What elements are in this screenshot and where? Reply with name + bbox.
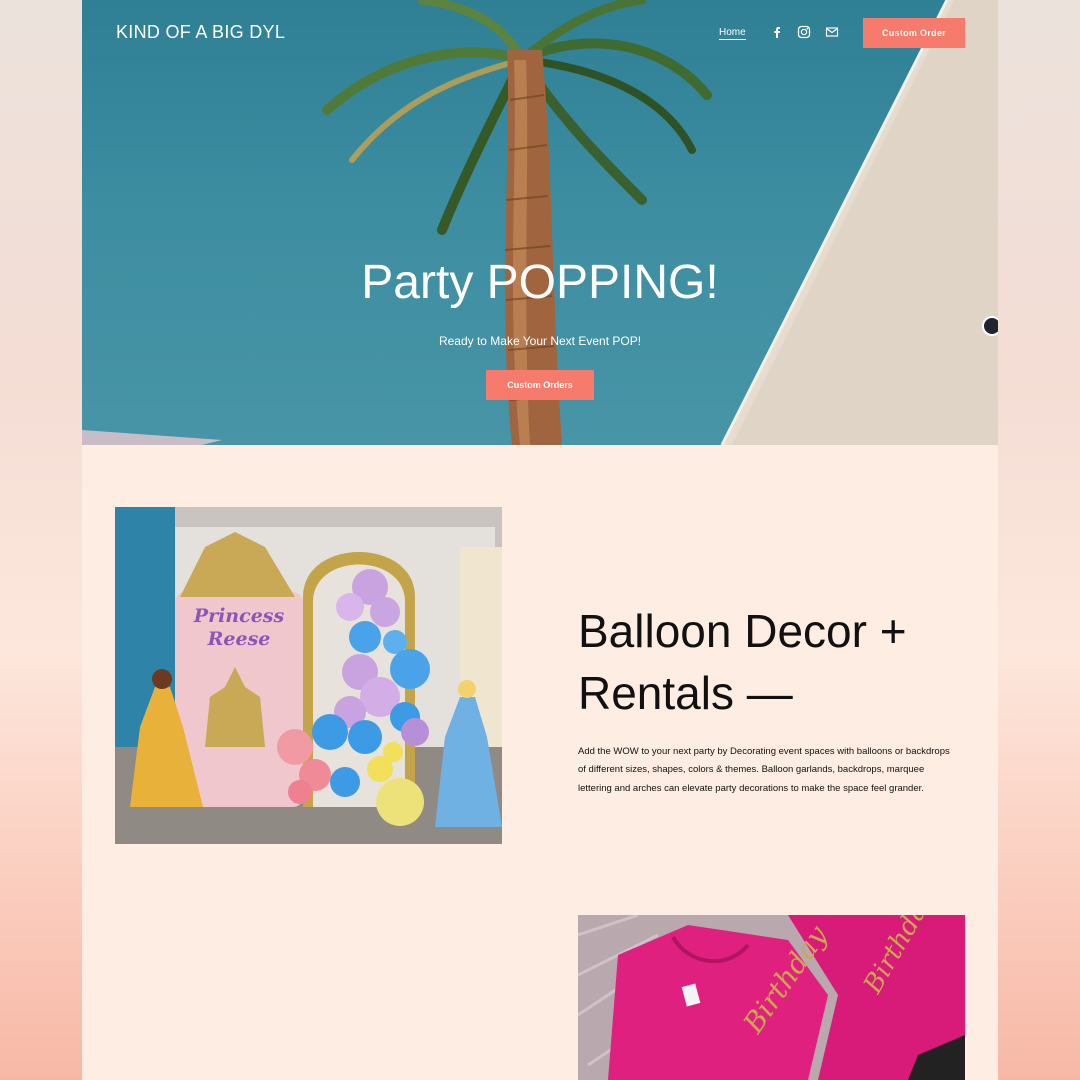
chat-widget-icon[interactable] — [982, 316, 998, 336]
balloon-decor-photo: Princess Reese — [115, 507, 502, 844]
nav-home-link[interactable]: Home — [719, 27, 746, 40]
email-icon[interactable] — [825, 25, 839, 39]
custom-order-button[interactable]: Custom Order — [863, 18, 965, 48]
brand-logo[interactable]: KIND OF A BIG DYL — [116, 22, 285, 43]
facebook-icon[interactable] — [770, 25, 784, 39]
section-heading-line1: Balloon Decor + — [578, 605, 907, 657]
instagram-icon[interactable] — [797, 25, 811, 39]
section-paragraph: Add the WOW to your next party by Decora… — [578, 746, 950, 794]
hero-subtitle: Ready to Make Your Next Event POP! — [438, 334, 642, 348]
svg-text:Princess: Princess — [193, 605, 285, 627]
section-heading: Balloon Decor + Rentals — — [578, 600, 978, 724]
hero-title: Party POPPING! — [361, 256, 719, 309]
shirts-photo: Birthday Birthday — [578, 915, 965, 1080]
hero-banner: KIND OF A BIG DYL Home Custom Order Part… — [82, 0, 998, 445]
page: KIND OF A BIG DYL Home Custom Order Part… — [82, 0, 998, 1080]
custom-orders-button[interactable]: Custom Orders — [486, 370, 594, 400]
svg-text:Reese: Reese — [207, 628, 271, 650]
section-heading-line2: Rentals — — [578, 667, 793, 719]
